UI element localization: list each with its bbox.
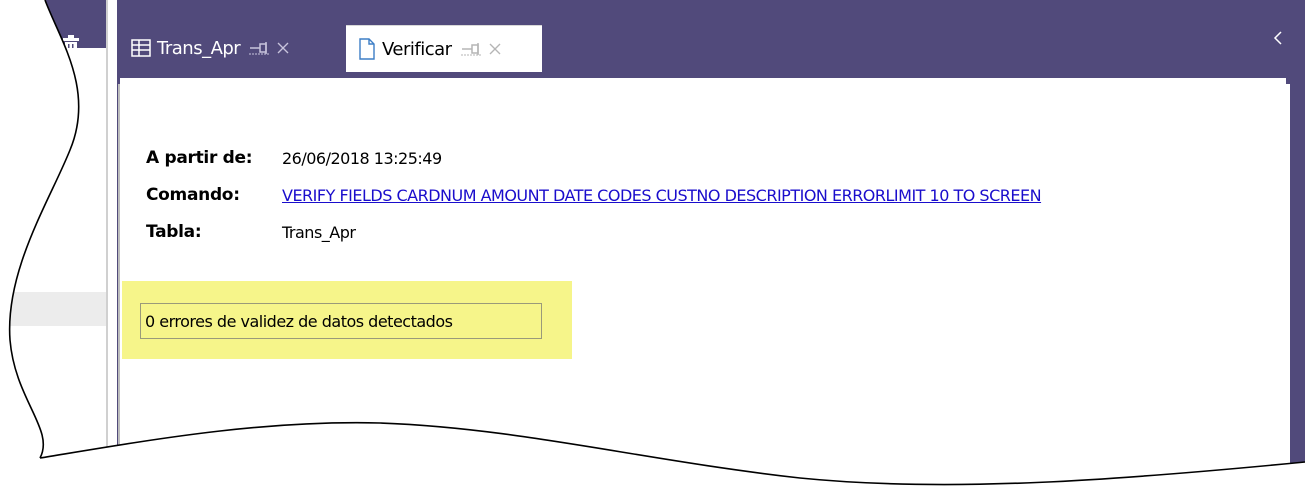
app-frame: Trans_Apr Verificar A partir de: 26/06/2… [0,0,1305,493]
torn-edge-decoration [0,0,1305,493]
